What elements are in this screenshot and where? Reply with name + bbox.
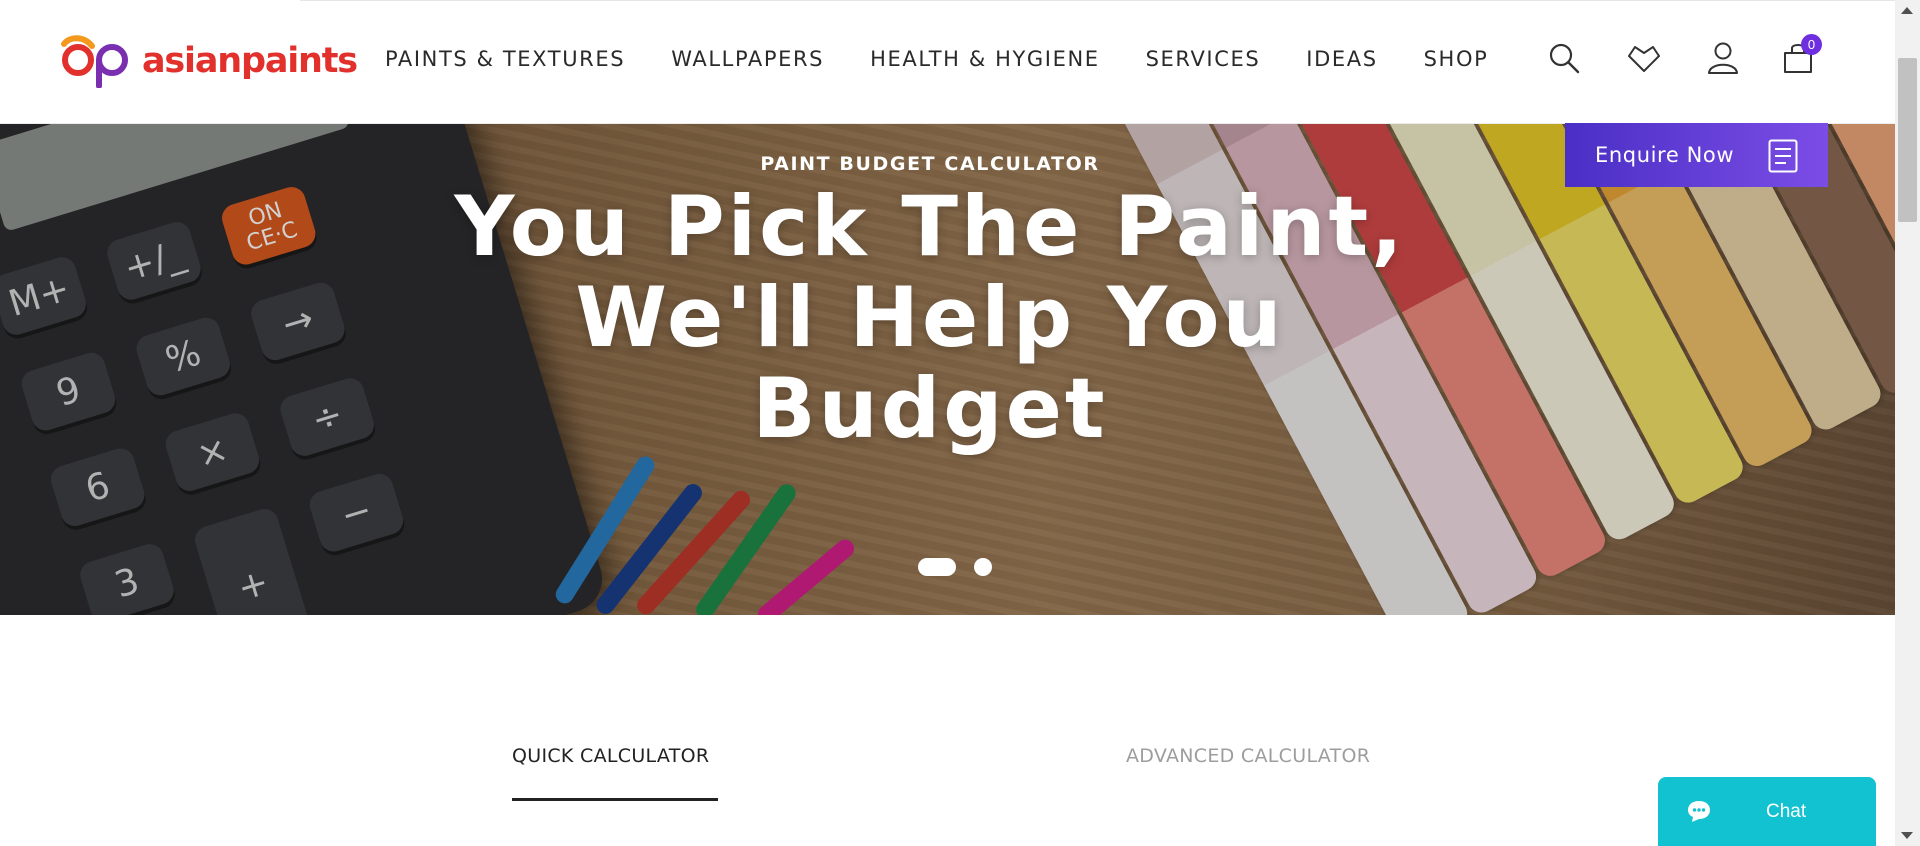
hero-title-line: You Pick The Paint,: [454, 178, 1406, 275]
scrollbar-thumb[interactable]: [1898, 58, 1917, 222]
brand-logo-mark-icon: [61, 35, 128, 88]
brand-logo[interactable]: asianpaints: [58, 34, 358, 88]
header-divider: [300, 0, 1895, 1]
nav-services[interactable]: SERVICES: [1146, 44, 1261, 74]
chat-button[interactable]: Chat: [1658, 777, 1876, 846]
search-button[interactable]: [1544, 38, 1584, 78]
carousel-dot[interactable]: [974, 558, 992, 576]
site-header: asianpaints PAINTS & TEXTURES WALLPAPERS…: [0, 0, 1895, 123]
hero-title-line: We'll Help You: [575, 269, 1285, 366]
document-icon: [1768, 139, 1798, 173]
cart-button[interactable]: 0: [1778, 34, 1822, 78]
heart-icon: [1628, 46, 1660, 72]
account-button[interactable]: [1703, 38, 1743, 78]
enquire-now-button[interactable]: Enquire Now: [1565, 123, 1828, 187]
hero-banner: M+ +/_ ON CE·C 9 % → 6 × ÷ 3 + − . PAINT…: [0, 123, 1895, 615]
hero-title: You Pick The Paint, We'll Help You Budge…: [0, 181, 1860, 454]
enquire-now-label: Enquire Now: [1595, 143, 1735, 167]
nav-health-hygiene[interactable]: HEALTH & HYGIENE: [870, 44, 1100, 74]
active-tab-indicator: [512, 798, 718, 801]
nav-wallpapers[interactable]: WALLPAPERS: [671, 44, 824, 74]
scroll-up-arrow-icon[interactable]: [1901, 7, 1913, 14]
carousel-pagination: [918, 558, 1010, 576]
nav-paints-textures[interactable]: PAINTS & TEXTURES: [385, 44, 625, 74]
page-scrollbar[interactable]: [1895, 0, 1920, 846]
search-icon: [1549, 43, 1580, 74]
tab-advanced-calculator[interactable]: ADVANCED CALCULATOR: [1126, 745, 1370, 767]
carousel-dot-active[interactable]: [918, 558, 956, 576]
nav-ideas[interactable]: IDEAS: [1306, 44, 1377, 74]
scroll-down-arrow-icon[interactable]: [1901, 832, 1913, 839]
chat-bubble-icon: [1688, 801, 1710, 822]
nav-shop[interactable]: SHOP: [1424, 44, 1489, 74]
user-icon: [1708, 42, 1738, 74]
main-nav: PAINTS & TEXTURES WALLPAPERS HEALTH & HY…: [385, 44, 1534, 74]
cart-count-badge: 0: [1801, 34, 1822, 55]
tab-quick-calculator[interactable]: QUICK CALCULATOR: [512, 745, 709, 767]
hero-title-line: Budget: [752, 360, 1108, 457]
brand-name: asianpaints: [142, 40, 358, 81]
wishlist-button[interactable]: [1624, 38, 1664, 78]
chat-label: Chat: [1766, 801, 1807, 822]
